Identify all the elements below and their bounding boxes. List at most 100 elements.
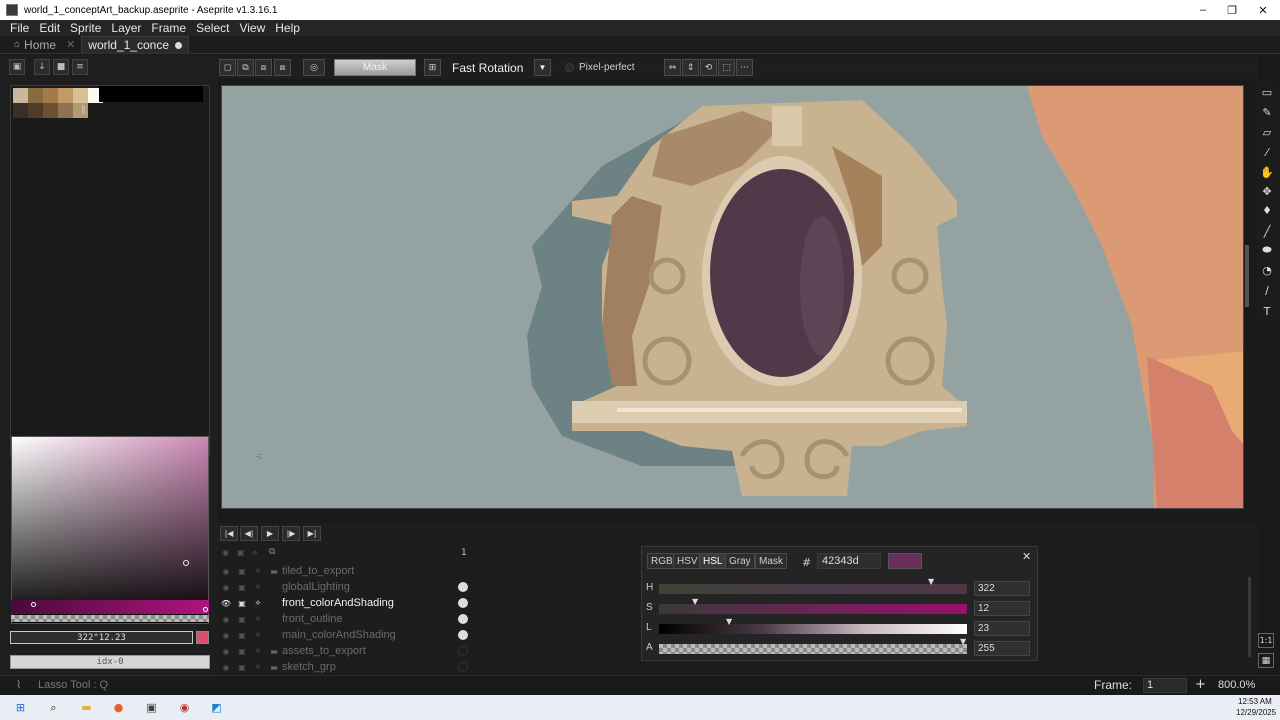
menu-edit[interactable]: Edit [39,21,60,35]
windows-start-icon[interactable]: ⊞ [13,700,28,715]
eyedropper-tool-icon[interactable]: ⁄ [1259,144,1275,160]
layer-visibility-icon[interactable]: ◉ [218,659,234,675]
frame-input[interactable]: 1 [1143,678,1187,693]
zoom-level[interactable]: 800.0% [1218,679,1255,691]
timeline-toggle-icon[interactable]: 1:1 [1258,633,1274,648]
zoom-plus-icon[interactable]: + [1195,677,1206,692]
saturation-lightness-picker[interactable] [11,436,209,624]
canvas-vertical-scrollbar[interactable] [1245,245,1249,307]
layer-continuous-icon[interactable]: ⟡ [250,627,266,643]
color-mode-hsv-button[interactable]: HSV [673,553,702,569]
layer-cel-icon[interactable] [458,630,468,640]
layer-lock-icon[interactable]: ▣ [234,563,250,579]
layer-row[interactable]: ◉ ▣ ⟡ ▬ sketch_grp [218,659,474,675]
saturation-slider[interactable] [659,604,967,614]
lock-palette-icon[interactable]: ▣ [9,59,25,75]
layer-cel-icon[interactable] [458,614,468,624]
layer-visibility-icon[interactable]: ◉ [218,643,234,659]
eraser-tool-icon[interactable]: ▱ [1259,124,1275,140]
line-tool-icon[interactable]: ╱ [1259,223,1275,239]
mask-toggle-button[interactable]: Mask [334,59,416,76]
layer-lock-icon[interactable]: ▣ [234,611,250,627]
layer-group-folder-icon[interactable]: ▬ [266,563,282,579]
twitch-icon[interactable]: ▣ [144,700,159,715]
layer-visibility-icon[interactable]: ◉ [218,611,234,627]
timeline-vertical-scrollbar[interactable] [1248,577,1251,657]
hue-slider-handle-icon[interactable]: ▼ [928,577,934,586]
sprite-canvas[interactable]: ⁖ [221,85,1244,509]
lightness-slider-handle-icon[interactable]: ▼ [726,617,732,626]
hue-value-field[interactable]: 322 [974,581,1030,596]
palette-menu-icon[interactable]: ≡ [72,59,88,75]
menu-sprite[interactable]: Sprite [70,21,101,35]
layer-continuous-icon[interactable]: ⟡ [250,611,266,627]
transform-icon[interactable]: ⬚ [718,59,735,76]
alpha-strip[interactable] [11,615,209,622]
hand-tool-icon[interactable]: ✋ [1259,164,1275,180]
palette-swatch[interactable] [28,88,43,103]
saturation-value-field[interactable]: 12 [974,601,1030,616]
layer-continuous-icon[interactable]: ⟡ [250,643,266,659]
obs-icon[interactable]: ◉ [177,700,192,715]
layer-continuous-icon[interactable]: ⟡ [250,659,266,675]
alpha-value-field[interactable]: 255 [974,641,1030,656]
layer-row[interactable]: ◉ ▣ ⟡ ▬ tiled_to_export [218,563,474,579]
ellipse-tool-icon[interactable]: ⬬ [1259,242,1275,258]
play-icon[interactable]: ▶ [261,526,279,541]
layer-empty-cel-icon[interactable] [458,646,468,656]
text-tool-icon[interactable]: T [1259,303,1275,319]
layer-continuous-icon[interactable]: ⟡ [250,563,266,579]
last-frame-icon[interactable]: ▶| [303,526,321,541]
index-field[interactable]: idx-0 [10,655,210,669]
palette-swatch[interactable] [43,88,58,103]
saturation-slider-handle-icon[interactable]: ▼ [692,597,698,606]
selection-replace-icon[interactable]: ◻ [219,59,236,76]
palette-save-icon[interactable]: ■ [53,59,69,75]
close-window-button[interactable]: ✕ [1248,0,1278,20]
palette-options-icon[interactable]: ↓ [34,59,50,75]
timeline-frame-number[interactable]: 1 [461,548,467,558]
selection-subtract-icon[interactable]: ⧈ [255,59,272,76]
color-mode-gray-button[interactable]: Gray [725,553,755,569]
layer-lock-icon[interactable]: ▣ [234,595,250,611]
blur-tool-icon[interactable]: ∕ [1259,282,1275,298]
layer-lock-icon[interactable]: ▣ [234,643,250,659]
layer-visibility-icon[interactable]: ◉ [218,579,234,595]
palette-swatch[interactable] [58,88,73,103]
layer-group-folder-icon[interactable]: ▬ [266,643,282,659]
hue-handle-right-icon[interactable] [203,607,208,612]
menu-view[interactable]: View [239,21,265,35]
selection-intersect-icon[interactable]: ⧇ [274,59,291,76]
unsaved-dot-icon[interactable] [175,41,182,49]
hex-input[interactable]: 42343d [817,553,881,569]
color-swap-icon[interactable] [196,631,209,644]
move-tool-icon[interactable]: ✥ [1259,183,1275,199]
rotation-algorithm-select[interactable]: Fast Rotation ▼ [446,59,552,76]
next-frame-icon[interactable]: |▶ [282,526,300,541]
layer-empty-cel-icon[interactable] [458,662,468,672]
layer-cel-icon[interactable] [458,582,468,592]
rotation-pivot-icon[interactable]: ⊞ [424,59,441,76]
menu-frame[interactable]: Frame [151,21,186,35]
search-icon[interactable]: ⌕ [46,700,61,715]
minimize-button[interactable]: – [1188,0,1218,20]
palette-swatch[interactable] [28,103,43,118]
pixel-perfect-checkbox[interactable] [565,63,574,72]
layer-continuous-icon[interactable]: ⟡ [250,579,266,595]
hue-slider[interactable] [659,584,967,594]
hue-bar[interactable] [11,600,209,614]
hsl-value-field[interactable]: 322°12.23 [10,631,193,644]
paint-bucket-tool-icon[interactable]: ♦ [1259,202,1275,218]
layer-visibility-icon[interactable]: ◉ [218,563,234,579]
layer-lock-icon[interactable]: ▣ [234,627,250,643]
color-mode-hsl-button[interactable]: HSL [699,553,727,569]
maximize-button[interactable]: ❐ [1217,0,1247,20]
palette-swatch[interactable] [58,103,73,118]
layer-row[interactable]: 👁 ▣ ⟡ front_colorAndShading [218,595,474,611]
rotate-icon[interactable]: ⟲ [700,59,717,76]
previous-frame-icon[interactable]: ◀| [240,526,258,541]
layer-group-folder-icon[interactable]: ▬ [266,659,282,675]
alpha-slider[interactable] [659,644,967,654]
tab-home[interactable]: ⌂ Home ✕ [8,36,81,53]
layer-row[interactable]: ◉ ▣ ⟡ globalLighting [218,579,474,595]
